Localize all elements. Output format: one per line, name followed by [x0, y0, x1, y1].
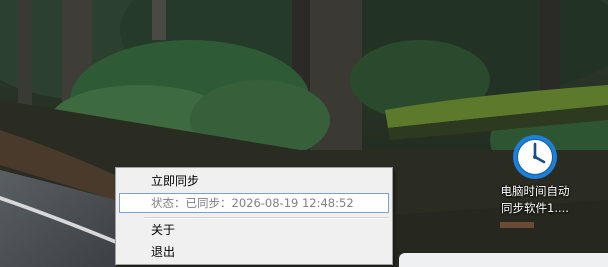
desktop-shortcut-label: 电脑时间自动 同步软件1.... [489, 183, 581, 217]
desktop-shortcut-time-sync[interactable]: 电脑时间自动 同步软件1.... [489, 131, 581, 221]
menu-item-exit[interactable]: 退出 [119, 242, 389, 263]
menu-item-sync-now[interactable]: 立即同步 [119, 171, 389, 192]
tray-context-menu: 立即同步 状态：已同步：2026-08-19 12:48:52 关于 退出 [115, 167, 393, 265]
menu-separator [144, 217, 389, 219]
desktop: 立即同步 状态：已同步：2026-08-19 12:48:52 关于 退出 电脑… [0, 0, 608, 267]
clock-icon [513, 135, 557, 179]
menu-item-status[interactable]: 状态：已同步：2026-08-19 12:48:52 [119, 193, 389, 213]
menu-item-about[interactable]: 关于 [119, 220, 389, 241]
taskbar-panel-edge [399, 253, 608, 267]
desktop-shortcut-label-line2: 同步软件1.... [501, 201, 569, 215]
desktop-shortcut-label-line1: 电脑时间自动 [500, 184, 570, 198]
